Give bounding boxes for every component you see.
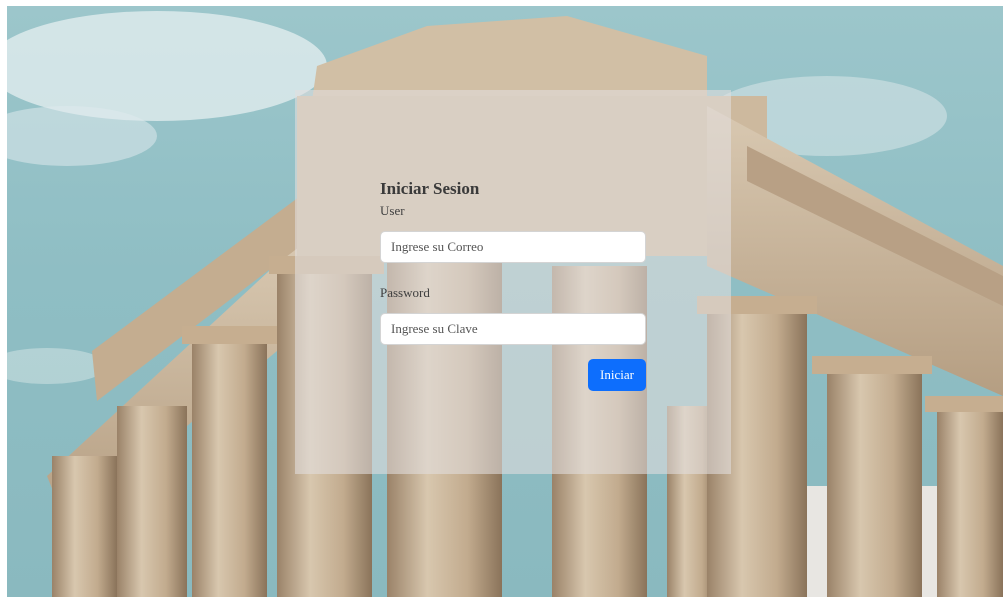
form-actions: Iniciar — [380, 359, 646, 391]
login-title: Iniciar Sesion — [380, 179, 480, 198]
page-background: Iniciar Sesion User Password Iniciar — [7, 6, 1003, 597]
login-submit-button[interactable]: Iniciar — [588, 359, 646, 391]
login-panel: Iniciar Sesion User Password Iniciar — [295, 90, 731, 474]
user-email-input[interactable] — [380, 231, 646, 263]
login-form: Iniciar Sesion User Password Iniciar — [380, 178, 646, 391]
password-label: Password — [380, 285, 430, 300]
user-label: User — [380, 203, 405, 218]
password-input[interactable] — [380, 313, 646, 345]
